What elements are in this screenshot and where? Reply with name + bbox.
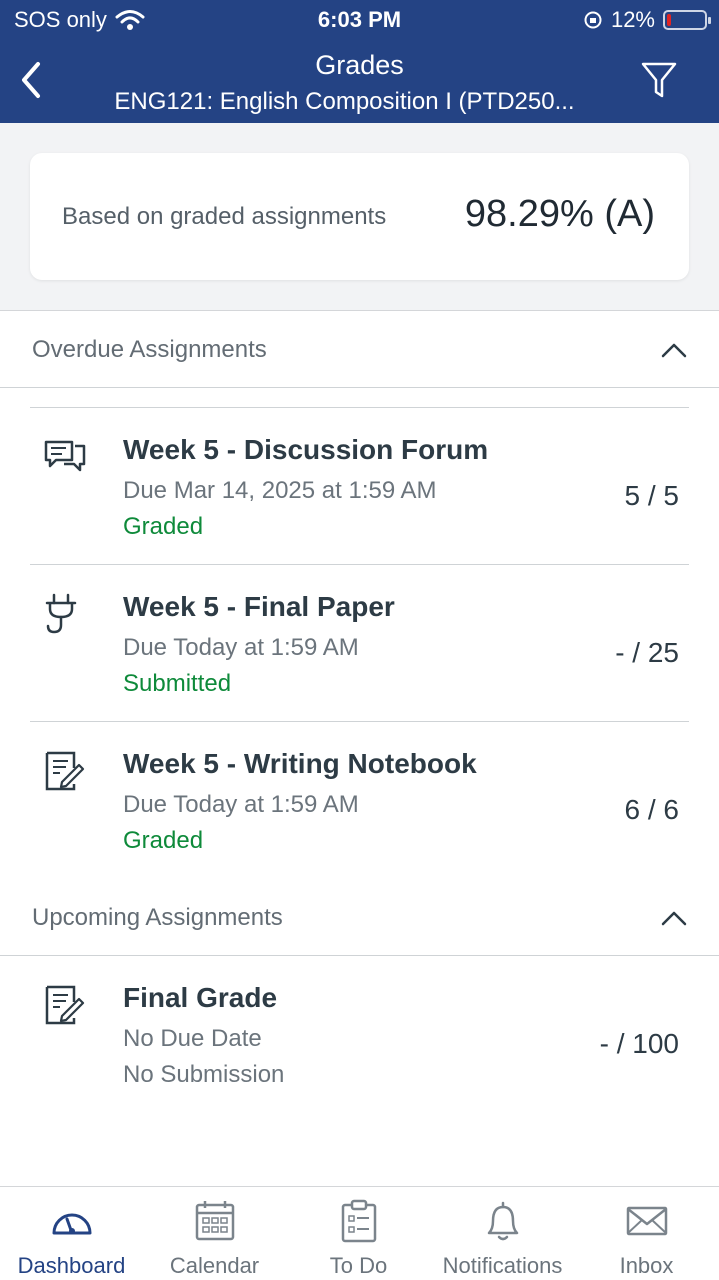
orientation-lock-icon [584, 11, 602, 29]
assignment-score: - / 25 [615, 637, 679, 668]
assignment-name: Week 5 - Final Paper [123, 591, 395, 622]
status-bar: SOS only 6:03 PM 12% [0, 0, 719, 40]
calendar-icon [195, 1201, 234, 1241]
tab-calendar[interactable]: Calendar [143, 1187, 286, 1280]
total-grade: 98.29% (A) [464, 193, 655, 235]
tab-todo[interactable]: To Do [287, 1187, 430, 1280]
tab-label: Notifications [442, 1253, 563, 1278]
tab-label: Calendar [169, 1253, 260, 1278]
assignment-row[interactable]: Week 5 - Final Paper Due Today at 1:59 A… [0, 565, 719, 723]
assignment-row[interactable]: Week 5 - Discussion Forum Due Mar 14, 20… [0, 408, 719, 566]
upcoming-section-header[interactable]: Upcoming Assignments [0, 880, 719, 956]
filter-icon[interactable] [639, 60, 679, 100]
assignment-due: No Due Date [123, 1025, 262, 1052]
assignment-name: Week 5 - Discussion Forum [123, 434, 489, 465]
plug-icon [45, 593, 77, 634]
discussion-icon [44, 440, 86, 472]
overdue-section-header[interactable]: Overdue Assignments [0, 312, 719, 388]
assignment-icon [45, 985, 85, 1025]
assignment-due: Due Today at 1:59 AM [123, 634, 359, 661]
assignment-icon [45, 751, 85, 791]
summary-label: Based on graded assignments [62, 203, 387, 230]
divider [0, 387, 719, 388]
assignment-name: Final Grade [123, 982, 278, 1013]
tab-label: Dashboard [17, 1253, 126, 1278]
dashboard-icon [52, 1213, 91, 1235]
assignment-due: Due Mar 14, 2025 at 1:59 AM [123, 477, 437, 504]
app-header: SOS only 6:03 PM 12% Grades ENG121: Engl… [0, 0, 719, 123]
assignment-status: No Submission [123, 1061, 285, 1088]
course-subtitle: ENG121: English Composition I (PTD250... [114, 88, 575, 115]
assignment-row[interactable]: Week 5 - Writing Notebook Due Today at 1… [0, 722, 719, 880]
section-title: Upcoming Assignments [32, 904, 283, 931]
chevron-up-icon[interactable] [661, 910, 687, 926]
tab-inbox[interactable]: Inbox [575, 1187, 718, 1280]
battery-fill [667, 14, 671, 26]
tab-dashboard[interactable]: Dashboard [0, 1187, 143, 1280]
battery-icon [663, 10, 711, 30]
tab-notifications[interactable]: Notifications [431, 1187, 574, 1280]
mail-icon [626, 1206, 667, 1236]
battery-percent: 12% [610, 7, 655, 32]
page-title: Grades [315, 50, 404, 80]
assignment-score: 6 / 6 [624, 794, 679, 825]
assignment-row[interactable]: Final Grade No Due Date No Submission - … [0, 956, 719, 1114]
chevron-up-icon[interactable] [661, 342, 687, 358]
back-arrow-icon[interactable] [12, 58, 52, 102]
tab-bar: Dashboard Calendar To Do Notifications I… [0, 1186, 719, 1280]
todo-icon [341, 1199, 376, 1243]
assignment-status: Graded [123, 827, 204, 854]
assignment-name: Week 5 - Writing Notebook [123, 748, 477, 779]
section-title: Overdue Assignments [32, 336, 267, 363]
bell-icon [487, 1201, 518, 1241]
assignment-due: Due Today at 1:59 AM [123, 791, 359, 818]
assignment-status: Graded [123, 513, 204, 540]
grade-summary-card: Based on graded assignments 98.29% (A) [30, 153, 689, 280]
assignment-score: 5 / 5 [624, 480, 679, 511]
assignment-status: Submitted [123, 670, 232, 697]
assignment-score: - / 100 [599, 1028, 679, 1059]
tab-label: Inbox [619, 1253, 674, 1278]
tab-label: To Do [329, 1253, 388, 1278]
grade-summary-area: Based on graded assignments 98.29% (A) [0, 123, 719, 311]
